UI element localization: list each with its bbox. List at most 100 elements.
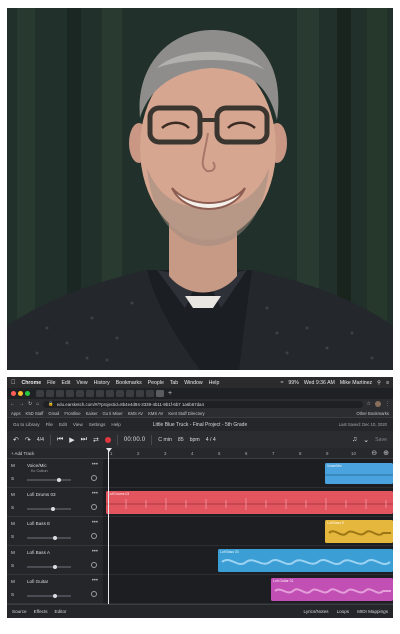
home-icon[interactable]: ⌂ <box>36 401 39 407</box>
go-to-library-button[interactable]: Go to Library <box>13 422 40 427</box>
track-menu-icon[interactable]: ••• <box>92 462 98 468</box>
bookmark-kms-av[interactable]: KMS AV <box>128 411 143 416</box>
search-icon[interactable]: ⚲ <box>377 380 381 386</box>
browser-tab[interactable] <box>116 390 124 397</box>
record-button[interactable] <box>104 436 111 443</box>
track-header-bass-e[interactable]: M S Lofi Bass E ••• <box>7 517 103 546</box>
pan-knob[interactable] <box>91 562 97 568</box>
menubar-people[interactable]: People <box>148 380 164 386</box>
audio-clip[interactable]: Voice/Mic <box>325 463 393 484</box>
mute-button[interactable]: M <box>11 550 15 555</box>
mute-button[interactable]: M <box>11 492 15 497</box>
lyrics-notes-button[interactable]: Lyrics/Notes <box>303 609 328 614</box>
bookmark-gmail[interactable]: Gmail <box>48 411 59 416</box>
track-menu-icon[interactable]: ••• <box>92 520 98 526</box>
browser-tab[interactable] <box>36 390 44 397</box>
volume-slider[interactable] <box>27 477 71 482</box>
mute-button[interactable]: M <box>11 521 15 526</box>
bookmark-other[interactable]: Other Bookmarks <box>356 411 389 416</box>
solo-button[interactable]: S <box>11 534 14 539</box>
volume-slider[interactable] <box>27 593 71 598</box>
track-name[interactable]: Lofi Bass E <box>27 521 50 526</box>
undo-icon[interactable]: ↶ <box>13 436 19 444</box>
app-menu-file[interactable]: File <box>46 422 53 427</box>
solo-button[interactable]: S <box>11 592 14 597</box>
track-name[interactable]: Voice/Mic <box>27 463 47 468</box>
menu-list-icon[interactable]: ≡ <box>386 380 389 386</box>
track-name[interactable]: Lofi Guitar <box>27 579 48 584</box>
browser-tab[interactable] <box>86 390 94 397</box>
bookmark-staff-directory[interactable]: Kent Staff Directory <box>168 411 204 416</box>
midi-mappings-button[interactable]: MIDI Mappings <box>357 609 388 614</box>
track-menu-icon[interactable]: ••• <box>92 491 98 497</box>
audio-clip[interactable]: Lofi Bass 03 <box>218 549 393 572</box>
meter-readout[interactable]: 4 / 4 <box>206 437 216 443</box>
solo-button[interactable]: S <box>11 505 14 510</box>
app-menu-settings[interactable]: Settings <box>89 422 106 427</box>
track-name[interactable]: Lofi Bass A <box>27 550 50 555</box>
track-header-guitar[interactable]: M S Lofi Guitar ••• <box>7 575 103 604</box>
timeline-ruler[interactable]: + Add Track 1 2 3 4 5 6 7 8 9 10 ⊖ ⊕ <box>7 448 393 459</box>
rewind-icon[interactable]: ⏮ <box>57 436 63 444</box>
solo-button[interactable]: S <box>11 476 14 481</box>
wifi-icon[interactable]: ≈ <box>281 380 284 386</box>
track-lane-guitar[interactable]: Lofi Guitar 01 <box>103 575 393 604</box>
volume-slider[interactable] <box>27 506 71 511</box>
menubar-history[interactable]: History <box>94 380 110 386</box>
browser-tab[interactable] <box>76 390 84 397</box>
zoom-in-icon[interactable]: ⊕ <box>383 449 389 457</box>
playhead[interactable] <box>105 448 112 606</box>
key-readout[interactable]: C min <box>158 437 172 443</box>
pan-knob[interactable] <box>91 504 97 510</box>
browser-tab-active[interactable] <box>156 390 164 397</box>
source-button[interactable]: Source <box>12 609 27 614</box>
bookmark-staff[interactable]: K5D Staff <box>26 411 44 416</box>
track-lane-bass-e[interactable]: Lofi Bass E <box>103 517 393 546</box>
track-menu-icon[interactable]: ••• <box>92 578 98 584</box>
menubar-view[interactable]: View <box>76 380 87 386</box>
track-menu-icon[interactable]: ••• <box>92 549 98 555</box>
track-lane-voice[interactable]: Voice/Mic <box>103 459 393 488</box>
track-lane-drums[interactable]: Lofi Drums 03 <box>103 488 393 517</box>
browser-tab[interactable] <box>126 390 134 397</box>
track-lane-bass-a[interactable]: Lofi Bass 03 <box>103 546 393 575</box>
menubar-file[interactable]: File <box>47 380 55 386</box>
reload-icon[interactable]: ↻ <box>28 401 32 407</box>
browser-tab[interactable] <box>106 390 114 397</box>
bookmark-mixer[interactable]: Go ti Mixer <box>103 411 123 416</box>
play-icon[interactable]: ▶ <box>69 436 74 444</box>
volume-slider[interactable] <box>27 535 71 540</box>
track-header-voice[interactable]: M S Voice/Mic Kc Cutton ••• <box>7 459 103 488</box>
audio-clip[interactable]: Lofi Drums 03 <box>106 491 393 514</box>
pan-knob[interactable] <box>91 475 97 481</box>
track-header-bass-a[interactable]: M S Lofi Bass A ••• <box>7 546 103 575</box>
bars-readout[interactable]: 4/4 <box>37 437 44 443</box>
loop-icon[interactable]: ⇄ <box>93 436 99 444</box>
new-tab-icon[interactable]: + <box>168 390 172 397</box>
save-button[interactable]: Save <box>375 437 387 443</box>
address-bar[interactable]: 🔒 edu.earsketch.com/#/?projectid=8b4e4d9… <box>43 400 363 408</box>
menubar-tab[interactable]: Tab <box>170 380 178 386</box>
effects-button[interactable]: Effects <box>34 609 48 614</box>
solo-button[interactable]: S <box>11 563 14 568</box>
tempo-value[interactable]: 85 <box>178 437 184 443</box>
star-icon[interactable]: ☆ <box>367 401 371 407</box>
mute-button[interactable]: M <box>11 579 15 584</box>
menubar-window[interactable]: Window <box>184 380 202 386</box>
add-track-button[interactable]: + Add Track <box>11 451 34 456</box>
editor-button[interactable]: Editor <box>55 609 67 614</box>
chevron-down-icon[interactable]: ⌄ <box>363 436 369 444</box>
track-name[interactable]: Lofi Drums 03 <box>27 492 56 497</box>
audio-clip[interactable]: Lofi Guitar 01 <box>271 578 393 601</box>
browser-tab[interactable] <box>136 390 144 397</box>
profile-avatar[interactable] <box>375 401 381 407</box>
volume-slider-handle[interactable] <box>53 593 57 598</box>
chrome-menu-icon[interactable]: ⋮ <box>385 401 390 407</box>
forward-icon[interactable]: → <box>19 401 24 407</box>
app-menu-edit[interactable]: Edit <box>59 422 67 427</box>
menubar-help[interactable]: Help <box>209 380 220 386</box>
app-menu-help[interactable]: Help <box>111 422 120 427</box>
zoom-window-icon[interactable] <box>25 391 30 396</box>
bookmark-apps[interactable]: Apps <box>11 411 21 416</box>
close-window-icon[interactable] <box>11 391 16 396</box>
